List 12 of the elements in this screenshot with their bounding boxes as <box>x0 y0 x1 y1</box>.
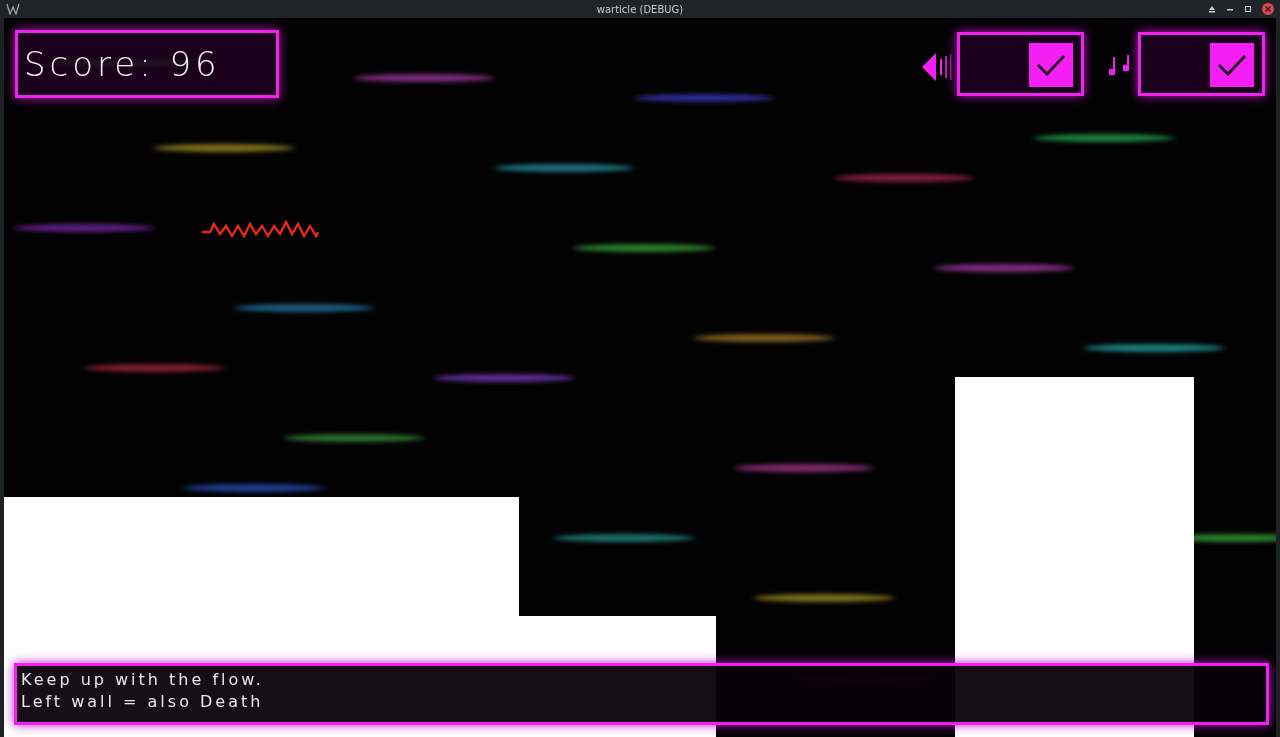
checkbox[interactable] <box>1210 43 1254 87</box>
checkmark-icon <box>1216 53 1248 77</box>
close-icon[interactable] <box>1262 3 1274 15</box>
message-text: Keep up with the flow. <box>21 669 265 691</box>
window-title: warticle (DEBUG) <box>596 3 684 15</box>
eject-icon[interactable] <box>1208 5 1216 13</box>
checkmark-icon <box>1035 53 1067 77</box>
message-text: Left wall = also Death <box>21 691 265 713</box>
app-logo-icon <box>6 3 20 15</box>
maximize-icon[interactable] <box>1244 5 1252 13</box>
checkbox[interactable] <box>1029 43 1073 87</box>
score-text: Score: 96 <box>24 44 221 84</box>
